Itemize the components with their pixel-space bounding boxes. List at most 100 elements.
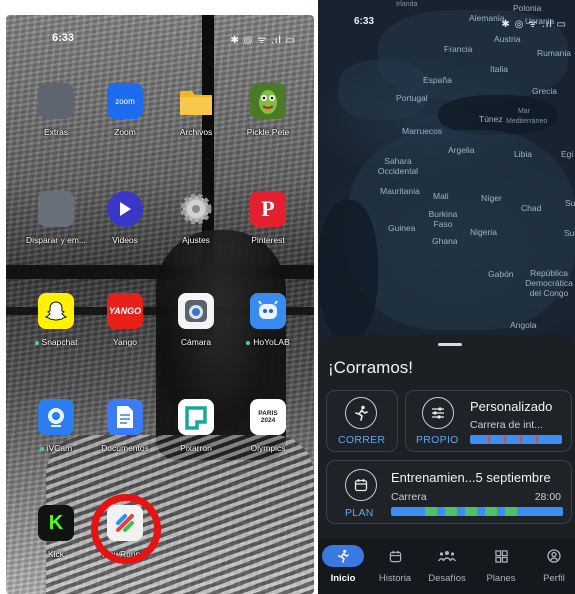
- app-label: Cámara: [180, 337, 212, 347]
- app-label-text: Snapchat: [41, 337, 78, 347]
- map-land: [338, 60, 428, 120]
- plan-segment: [505, 507, 517, 516]
- propio-card[interactable]: PROPIO Personalizado Carrera de int...: [405, 390, 572, 452]
- app-label: Snapchat: [16, 337, 96, 347]
- app-pinterest[interactable]: P Pinterest: [228, 191, 308, 245]
- app-label: Zoom: [114, 127, 136, 137]
- map-label: Burkina Faso: [428, 209, 458, 229]
- nav-desafios[interactable]: Desafíos: [422, 545, 472, 584]
- running-app-screen: Irlanda Polonia Alemania Ucrania Austria…: [318, 0, 575, 594]
- nav-perfil[interactable]: Perfil: [529, 545, 575, 584]
- map-label: Sahara Occidental: [377, 156, 419, 176]
- map-sea: [318, 200, 378, 340]
- running-icon: [322, 545, 364, 567]
- map-label: Mauritania: [380, 186, 420, 196]
- app-hoyolab[interactable]: HoYoLAB: [228, 293, 308, 347]
- propio-title: Personalizado: [470, 399, 553, 414]
- app-kick[interactable]: K Kick: [16, 505, 96, 559]
- propio-subtitle: Carrera de int...: [470, 419, 543, 431]
- snapchat-icon: [38, 293, 74, 329]
- app-label: HoYoLAB: [228, 337, 308, 347]
- app-ivcam[interactable]: iVCam: [16, 399, 96, 453]
- nav-historia[interactable]: Historia: [370, 545, 420, 584]
- app-label: Pinterest: [251, 235, 285, 245]
- folder-icon: [178, 83, 214, 119]
- plan-card[interactable]: PLAN Entrenamien...5 septiembre Carrera …: [326, 460, 572, 524]
- app-label: Videos: [112, 235, 138, 245]
- map-label: Sudá: [564, 228, 575, 238]
- nav-inicio[interactable]: Inicio: [318, 545, 368, 584]
- status-time: 6:33: [52, 32, 75, 44]
- app-ajustes[interactable]: Ajustes: [156, 191, 236, 245]
- map-label: Portugal: [396, 93, 428, 103]
- app-snapchat[interactable]: Snapchat: [16, 293, 96, 347]
- pickle-pete-icon: [250, 83, 286, 119]
- app-label: Yango: [113, 337, 137, 347]
- sheet-drag-handle[interactable]: [438, 343, 462, 346]
- map-label: Mar Mediterráneo: [506, 108, 548, 125]
- map-label: Rumania: [537, 48, 572, 58]
- camera-icon: [178, 293, 214, 329]
- document-icon: [107, 399, 143, 435]
- home-screen: 6:33 ✱ ◎ ᯤ .ıl ▭ Extras zoom Zoom Archiv…: [6, 15, 314, 594]
- highlight-circle: [91, 494, 161, 564]
- status-bar: 6:33 ✱ ◎ ᯤ .ıl ▭: [318, 14, 575, 32]
- map-label: Nigeria: [470, 227, 497, 237]
- hoyolab-icon: [250, 293, 286, 329]
- app-label: Disparar y em...: [26, 235, 86, 245]
- status-icons: ✱ ◎ ᯤ .ıl ▭: [501, 19, 567, 30]
- pixarron-icon: [178, 399, 214, 435]
- map-label: Ghana: [432, 236, 458, 246]
- map-view[interactable]: Irlanda Polonia Alemania Ucrania Austria…: [318, 0, 575, 340]
- propio-label: PROPIO: [416, 434, 459, 446]
- interval-bar: [470, 435, 562, 444]
- plan-activity: Carrera: [391, 491, 427, 503]
- calendar-icon: [370, 545, 420, 567]
- map-label: Grecia: [532, 86, 558, 96]
- map-label: Angola: [510, 320, 537, 330]
- app-label: Extras: [43, 127, 69, 137]
- notification-dot: [246, 340, 251, 345]
- app-extras[interactable]: Extras: [16, 83, 96, 137]
- nav-label: Planes: [486, 573, 516, 584]
- app-disparar[interactable]: Disparar y em...: [16, 191, 96, 245]
- app-label: Pickle Pete: [246, 127, 290, 137]
- app-zoom[interactable]: zoom Zoom: [85, 83, 165, 137]
- app-camara[interactable]: Cámara: [156, 293, 236, 347]
- nav-label: Perfil: [543, 573, 565, 584]
- app-label: Pixarron: [180, 443, 212, 453]
- plan-title: Entrenamien...5 septiembre: [391, 470, 551, 485]
- olympics-icon: PARIS 2024: [250, 399, 286, 435]
- app-videos[interactable]: Videos: [85, 191, 165, 245]
- nav-label: Inicio: [330, 573, 356, 584]
- map-label: Libia: [514, 149, 532, 159]
- sheet-title: ¡Corramos!: [328, 358, 414, 377]
- plan-bar: [391, 507, 563, 516]
- plan-segment: [465, 507, 477, 516]
- app-archivos[interactable]: Archivos: [156, 83, 236, 137]
- app-olympics[interactable]: PARIS 2024 Olympics: [228, 399, 308, 453]
- app-pixarron[interactable]: Pixarron: [156, 399, 236, 453]
- correr-button[interactable]: CORRER: [326, 390, 398, 452]
- app-documentos[interactable]: Documentos: [85, 399, 165, 453]
- map-label: Túnez: [479, 114, 503, 124]
- map-label: Polonia: [513, 3, 542, 13]
- bottom-nav: Inicio Historia Desafíos Planes Perfil: [318, 539, 575, 594]
- map-label: Guinea: [388, 223, 416, 233]
- folder-grid-icon: [38, 191, 74, 227]
- notification-dot: [39, 446, 44, 451]
- status-icons: ✱ ◎ ᯤ .ıl ▭: [230, 35, 296, 46]
- app-label-text: HoYoLAB: [253, 337, 290, 347]
- app-label: Ajustes: [182, 235, 210, 245]
- profile-icon: [529, 545, 575, 567]
- map-label: España: [423, 75, 452, 85]
- calendar-icon: [345, 469, 377, 501]
- app-yango[interactable]: YANGO Yango: [85, 293, 165, 347]
- zoom-icon: zoom: [107, 83, 143, 119]
- nav-planes[interactable]: Planes: [476, 545, 526, 584]
- status-bar: 6:33 ✱ ◎ ᯤ .ıl ▭: [6, 30, 314, 50]
- pinterest-glyph: P: [261, 196, 275, 221]
- map-label: Austria: [494, 34, 521, 44]
- app-pickle-pete[interactable]: Pickle Pete: [228, 83, 308, 137]
- olympics-glyph: PARIS 2024: [258, 410, 278, 424]
